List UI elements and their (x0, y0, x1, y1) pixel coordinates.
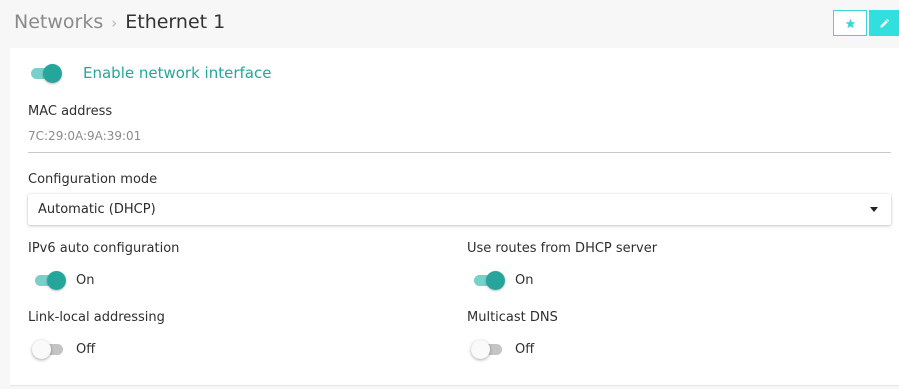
ipv6-auto-config-label: IPv6 auto configuration (28, 241, 180, 256)
mac-address-underline (28, 152, 891, 153)
multicast-dns-label: Multicast DNS (467, 310, 558, 325)
pencil-icon (879, 18, 889, 28)
ipv6-auto-config-toggle[interactable] (32, 270, 66, 290)
star-icon (845, 18, 855, 28)
favorite-button[interactable] (833, 10, 867, 36)
breadcrumb-networks-link[interactable]: Networks (14, 11, 103, 33)
link-local-state: Off (76, 342, 96, 357)
configuration-mode-select[interactable]: Automatic (DHCP) (28, 194, 891, 225)
mac-address-field: 7C:29:0A:9A:39:01 (28, 129, 142, 143)
header-actions (833, 10, 899, 36)
multicast-dns-state: Off (515, 342, 535, 357)
configuration-mode-value: Automatic (DHCP) (38, 202, 156, 217)
breadcrumb-separator: › (111, 14, 118, 32)
network-settings-card: Enable network interface MAC address 7C:… (10, 48, 899, 386)
page-header: Networks › Ethernet 1 (0, 0, 899, 44)
enable-interface-label[interactable]: Enable network interface (83, 64, 271, 82)
dhcp-routes-label: Use routes from DHCP server (467, 241, 658, 256)
breadcrumb: Networks › Ethernet 1 (14, 9, 225, 36)
enable-interface-toggle[interactable] (28, 63, 62, 83)
configuration-mode-label: Configuration mode (28, 172, 158, 187)
dhcp-routes-toggle[interactable] (471, 270, 505, 290)
ipv6-auto-config-state: On (76, 273, 95, 288)
link-local-toggle[interactable] (32, 339, 66, 359)
multicast-dns-toggle[interactable] (471, 339, 505, 359)
page-title: Ethernet 1 (125, 11, 226, 33)
dhcp-routes-state: On (515, 273, 534, 288)
chevron-down-icon (870, 207, 878, 212)
mac-address-label: MAC address (28, 104, 113, 119)
link-local-label: Link-local addressing (28, 310, 165, 325)
edit-button[interactable] (869, 10, 899, 36)
